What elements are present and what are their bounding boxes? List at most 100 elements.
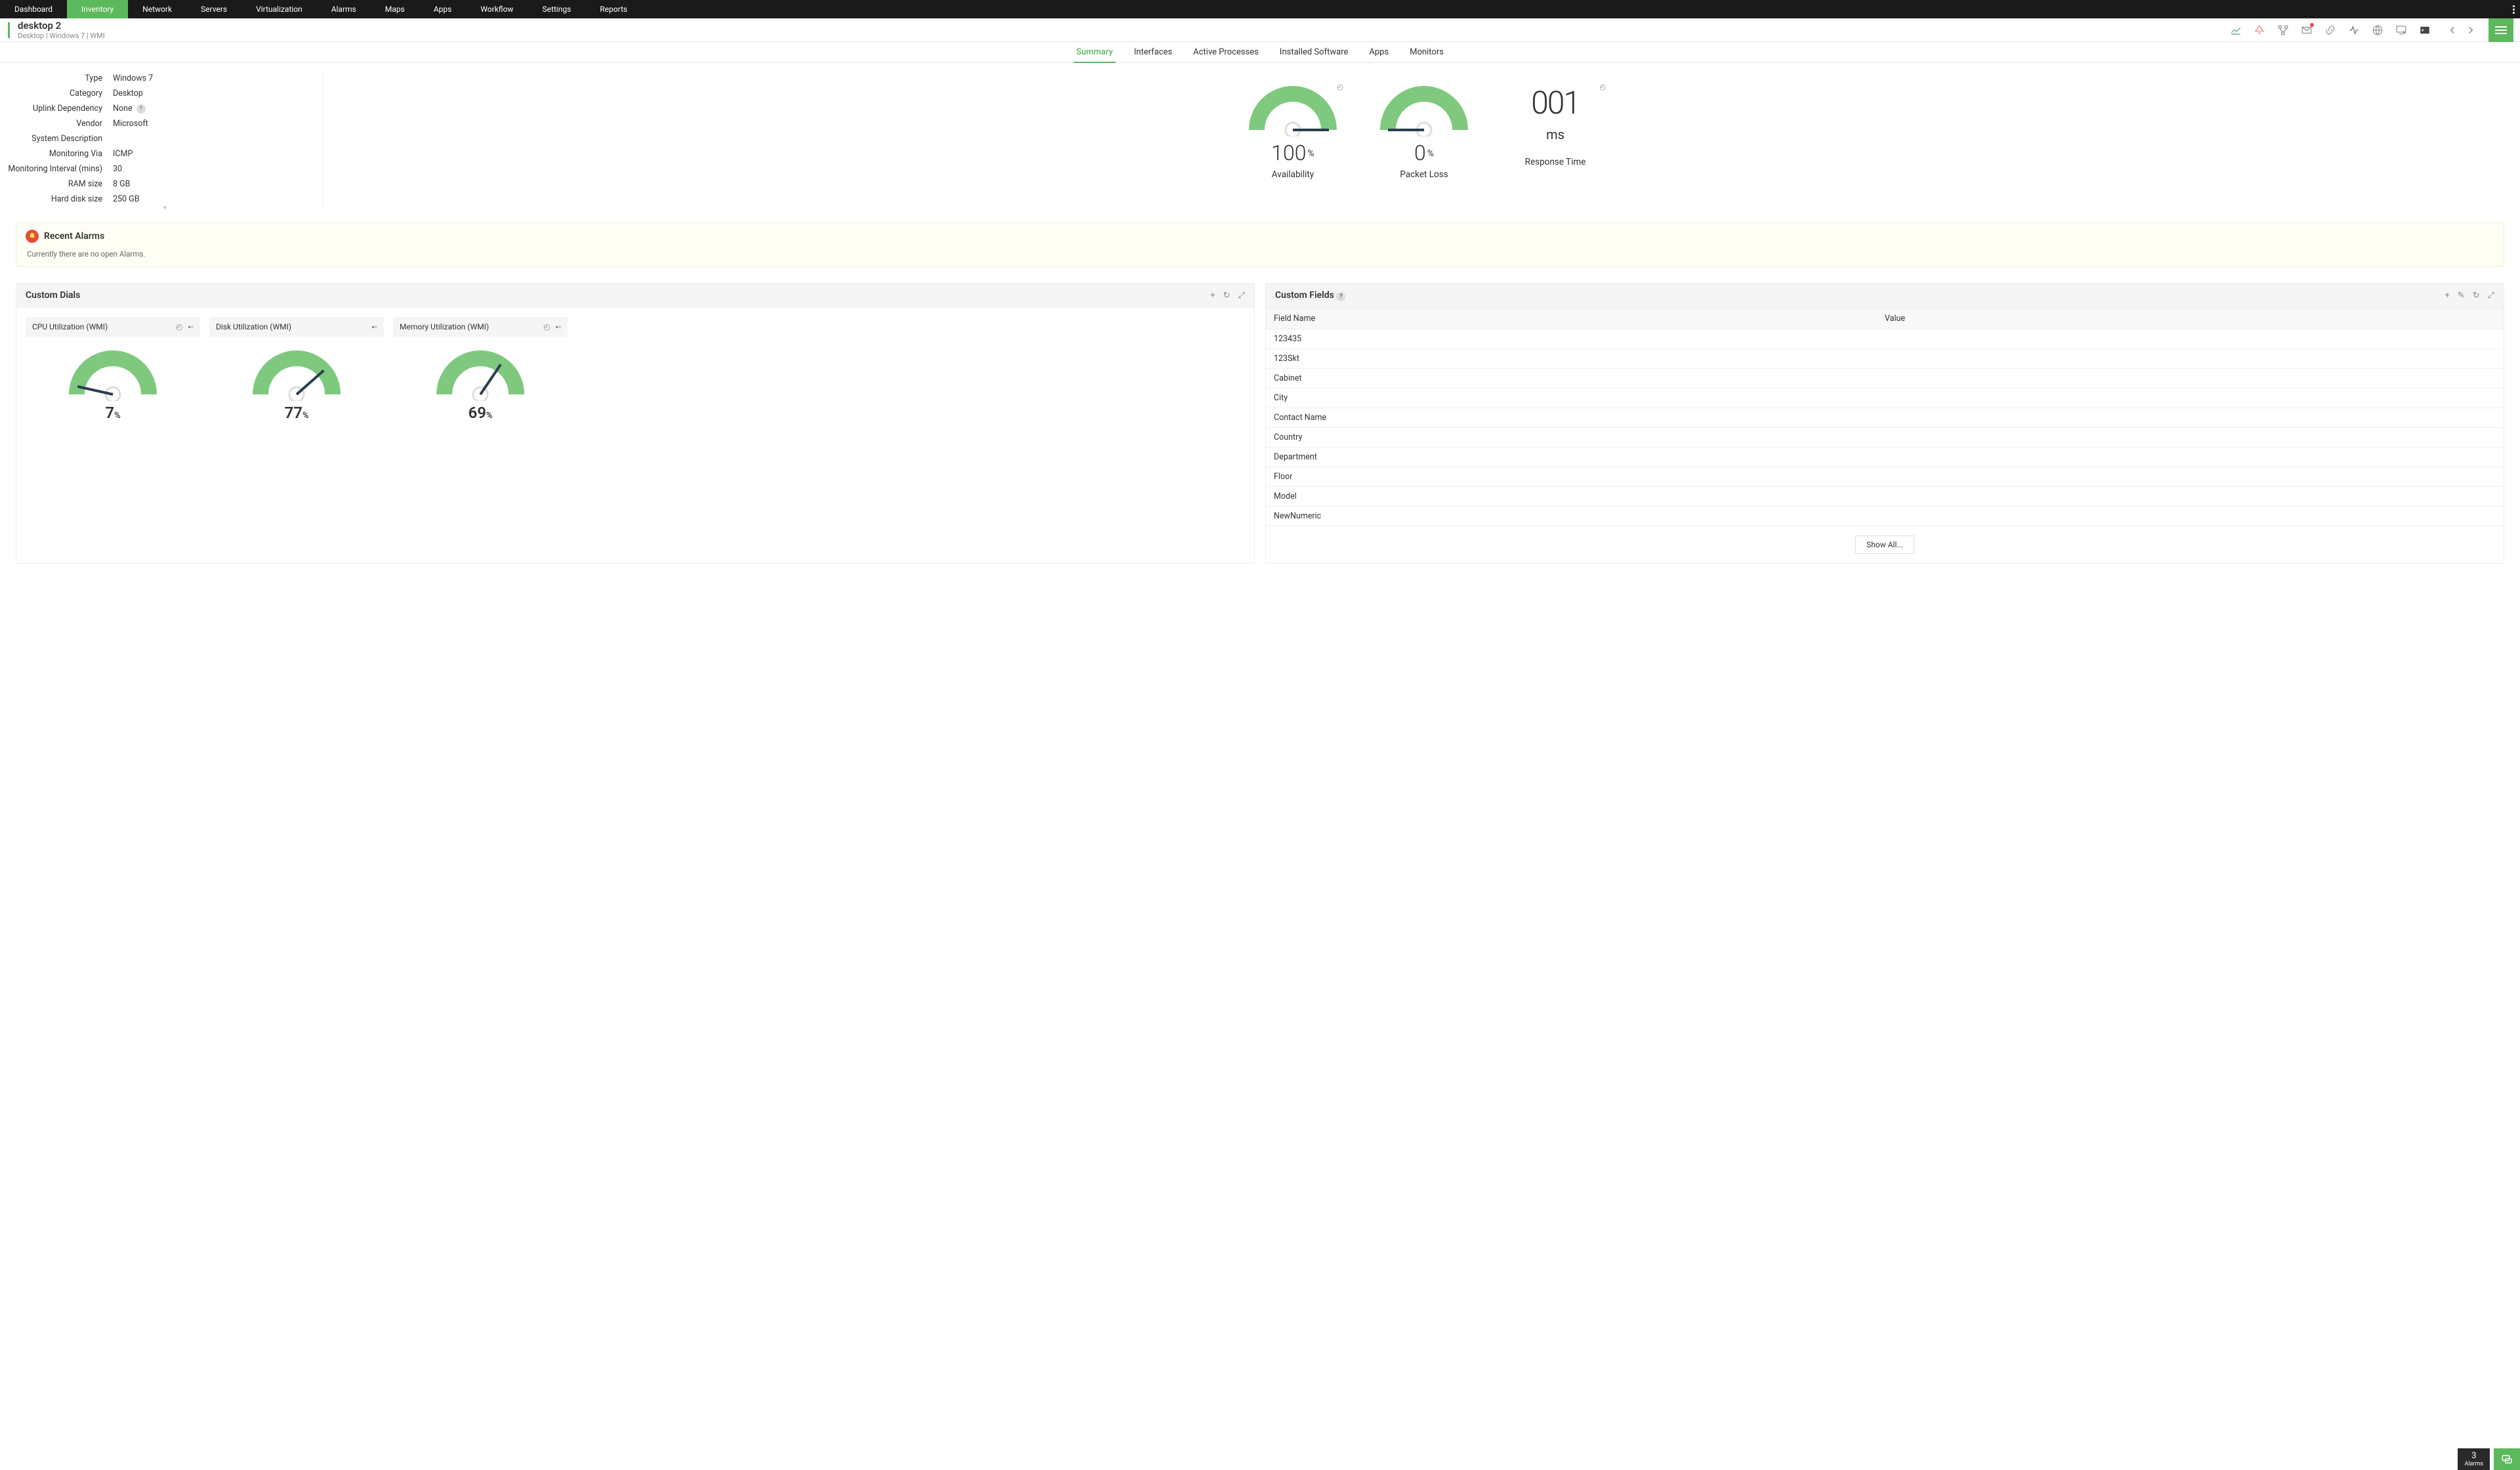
dial-title: Disk Utilization (WMI) <box>216 322 291 331</box>
collapse-dials-icon[interactable]: ⤢ <box>1238 291 1245 301</box>
hamburger-button[interactable] <box>2488 18 2513 42</box>
availability-gauge: ◴ 100% Availability <box>1237 84 1349 180</box>
nav-network[interactable]: Network <box>128 0 186 18</box>
cf-row[interactable]: Contact Name <box>1266 408 2504 428</box>
cf-row[interactable]: NewNumeric <box>1266 507 2504 526</box>
info-row: CategoryDesktop <box>8 86 309 101</box>
nav-settings[interactable]: Settings <box>528 0 585 18</box>
nav-inventory[interactable]: Inventory <box>67 0 128 18</box>
tab-apps[interactable]: Apps <box>1366 42 1391 62</box>
tab-interfaces[interactable]: Interfaces <box>1131 42 1175 62</box>
chart-icon[interactable] <box>2230 24 2242 36</box>
custom-fields-panel: Custom Fields ? + ✎ ↻ ⤢ Field Name Value… <box>1265 283 2504 564</box>
dial-card: Disk Utilization (WMI)▪▫ 77% <box>209 317 384 434</box>
nav-alarms[interactable]: Alarms <box>317 0 371 18</box>
history-icon[interactable]: ◴ <box>543 322 550 331</box>
cf-row[interactable]: 123Skt <box>1266 349 2504 369</box>
nav-workflow[interactable]: Workflow <box>466 0 528 18</box>
responsetime-block: ◴ 001 ms Response Time <box>1500 84 1611 167</box>
cf-row[interactable]: Cabinet <box>1266 369 2504 388</box>
prev-icon[interactable] <box>2446 24 2458 36</box>
custom-dials-panel: Custom Dials + ↻ ⤢ CPU Utilization (WMI)… <box>16 283 1255 564</box>
link-icon[interactable] <box>2324 24 2336 36</box>
bar-chart-icon[interactable]: ▪▫ <box>555 322 561 331</box>
alarm-counter[interactable]: 3 Alarms <box>2458 1448 2490 1470</box>
custom-fields-title: Custom Fields ? <box>1275 290 1345 301</box>
nav-maps[interactable]: Maps <box>371 0 419 18</box>
dial-card: Memory Utilization (WMI)◴▪▫ 69% <box>393 317 568 434</box>
collapse-fields-icon[interactable]: ⤢ <box>2488 291 2494 301</box>
dial-unit: % <box>114 411 121 421</box>
dial-header: CPU Utilization (WMI) ◴ ▪▫ <box>26 317 200 337</box>
dial-header: Disk Utilization (WMI) ▪▫ <box>209 317 384 337</box>
nav-reports[interactable]: Reports <box>585 0 642 18</box>
tab-active-processes[interactable]: Active Processes <box>1190 42 1261 62</box>
nav-dashboard[interactable]: Dashboard <box>0 0 67 18</box>
history-icon[interactable]: ◴ <box>176 322 182 331</box>
help-icon[interactable]: ? <box>1336 292 1345 301</box>
alarms-message: Currently there are no open Alarms. <box>16 249 2504 266</box>
custom-dials-title: Custom Dials <box>26 290 80 301</box>
tab-summary[interactable]: Summary <box>1074 42 1116 62</box>
cf-name: Contact Name <box>1274 413 1885 423</box>
topology-icon[interactable] <box>2277 24 2289 36</box>
info-label: Uplink Dependency <box>8 104 113 114</box>
add-field-icon[interactable]: + <box>2445 291 2449 301</box>
tab-monitors[interactable]: Monitors <box>1407 42 1446 62</box>
more-icon[interactable] <box>2513 5 2515 14</box>
mail-icon[interactable] <box>2301 24 2313 36</box>
alert-icon[interactable] <box>2254 24 2265 36</box>
dial-title: CPU Utilization (WMI) <box>32 322 108 331</box>
add-dial-icon[interactable]: + <box>1210 291 1215 301</box>
info-label: RAM size <box>8 179 113 189</box>
info-row: Uplink DependencyNone? <box>8 101 309 116</box>
cf-row[interactable]: Department <box>1266 448 2504 467</box>
device-title: desktop 2 <box>18 20 105 32</box>
cf-name: Model <box>1274 492 1885 501</box>
cf-row[interactable]: Floor <box>1266 467 2504 487</box>
chat-button[interactable] <box>2494 1448 2520 1470</box>
info-value: Microsoft <box>113 119 148 129</box>
history-icon[interactable]: ◴ <box>1599 83 1606 91</box>
responsetime-value: 001 <box>1500 84 1611 121</box>
dial-unit: % <box>486 411 493 421</box>
refresh-dials-icon[interactable]: ↻ <box>1223 291 1230 301</box>
nav-apps[interactable]: Apps <box>419 0 467 18</box>
refresh-fields-icon[interactable]: ↻ <box>2473 291 2480 301</box>
pulse-icon[interactable] <box>2348 24 2360 36</box>
info-row: TypeWindows 7 <box>8 71 309 86</box>
bar-chart-icon[interactable]: ▪▫ <box>188 322 194 331</box>
cf-row[interactable]: Country <box>1266 428 2504 448</box>
top-nav: DashboardInventoryNetworkServersVirtuali… <box>0 0 2520 18</box>
expand-arrow-icon[interactable]: ▼ <box>162 205 169 212</box>
bar-chart-icon[interactable]: ▪▫ <box>371 322 377 331</box>
responsetime-label: Response Time <box>1500 157 1611 167</box>
info-value: 30 <box>113 164 122 174</box>
info-row: RAM size8 GB <box>8 177 309 192</box>
info-row: Monitoring Interval (mins)30 <box>8 161 309 177</box>
dial-header: Memory Utilization (WMI)◴▪▫ <box>393 317 568 337</box>
info-value: 8 GB <box>113 179 130 189</box>
packetloss-gauge: 0% Packet Loss <box>1368 84 1480 180</box>
monitor-icon[interactable] <box>2395 24 2407 36</box>
info-row: System Description <box>8 131 309 146</box>
alarm-count-value: 3 <box>2464 1451 2483 1461</box>
nav-servers[interactable]: Servers <box>186 0 242 18</box>
info-label: System Description <box>8 134 113 144</box>
toolbar <box>2230 18 2520 42</box>
info-row: Monitoring ViaICMP <box>8 146 309 161</box>
next-icon[interactable] <box>2465 24 2477 36</box>
help-icon[interactable]: ? <box>136 104 146 114</box>
edit-field-icon[interactable]: ✎ <box>2458 291 2465 301</box>
availability-label: Availability <box>1237 169 1349 180</box>
cf-row[interactable]: City <box>1266 388 2504 408</box>
show-all-button[interactable]: Show All... <box>1855 536 1914 554</box>
cf-name: Cabinet <box>1274 373 1885 383</box>
nav-virtualization[interactable]: Virtualization <box>242 0 317 18</box>
cf-row[interactable]: Model <box>1266 487 2504 507</box>
terminal-icon[interactable] <box>2419 24 2431 36</box>
tab-installed-software[interactable]: Installed Software <box>1277 42 1351 62</box>
dial-value: 69 <box>468 404 486 422</box>
globe-icon[interactable] <box>2372 24 2384 36</box>
cf-row[interactable]: 123435 <box>1266 329 2504 349</box>
